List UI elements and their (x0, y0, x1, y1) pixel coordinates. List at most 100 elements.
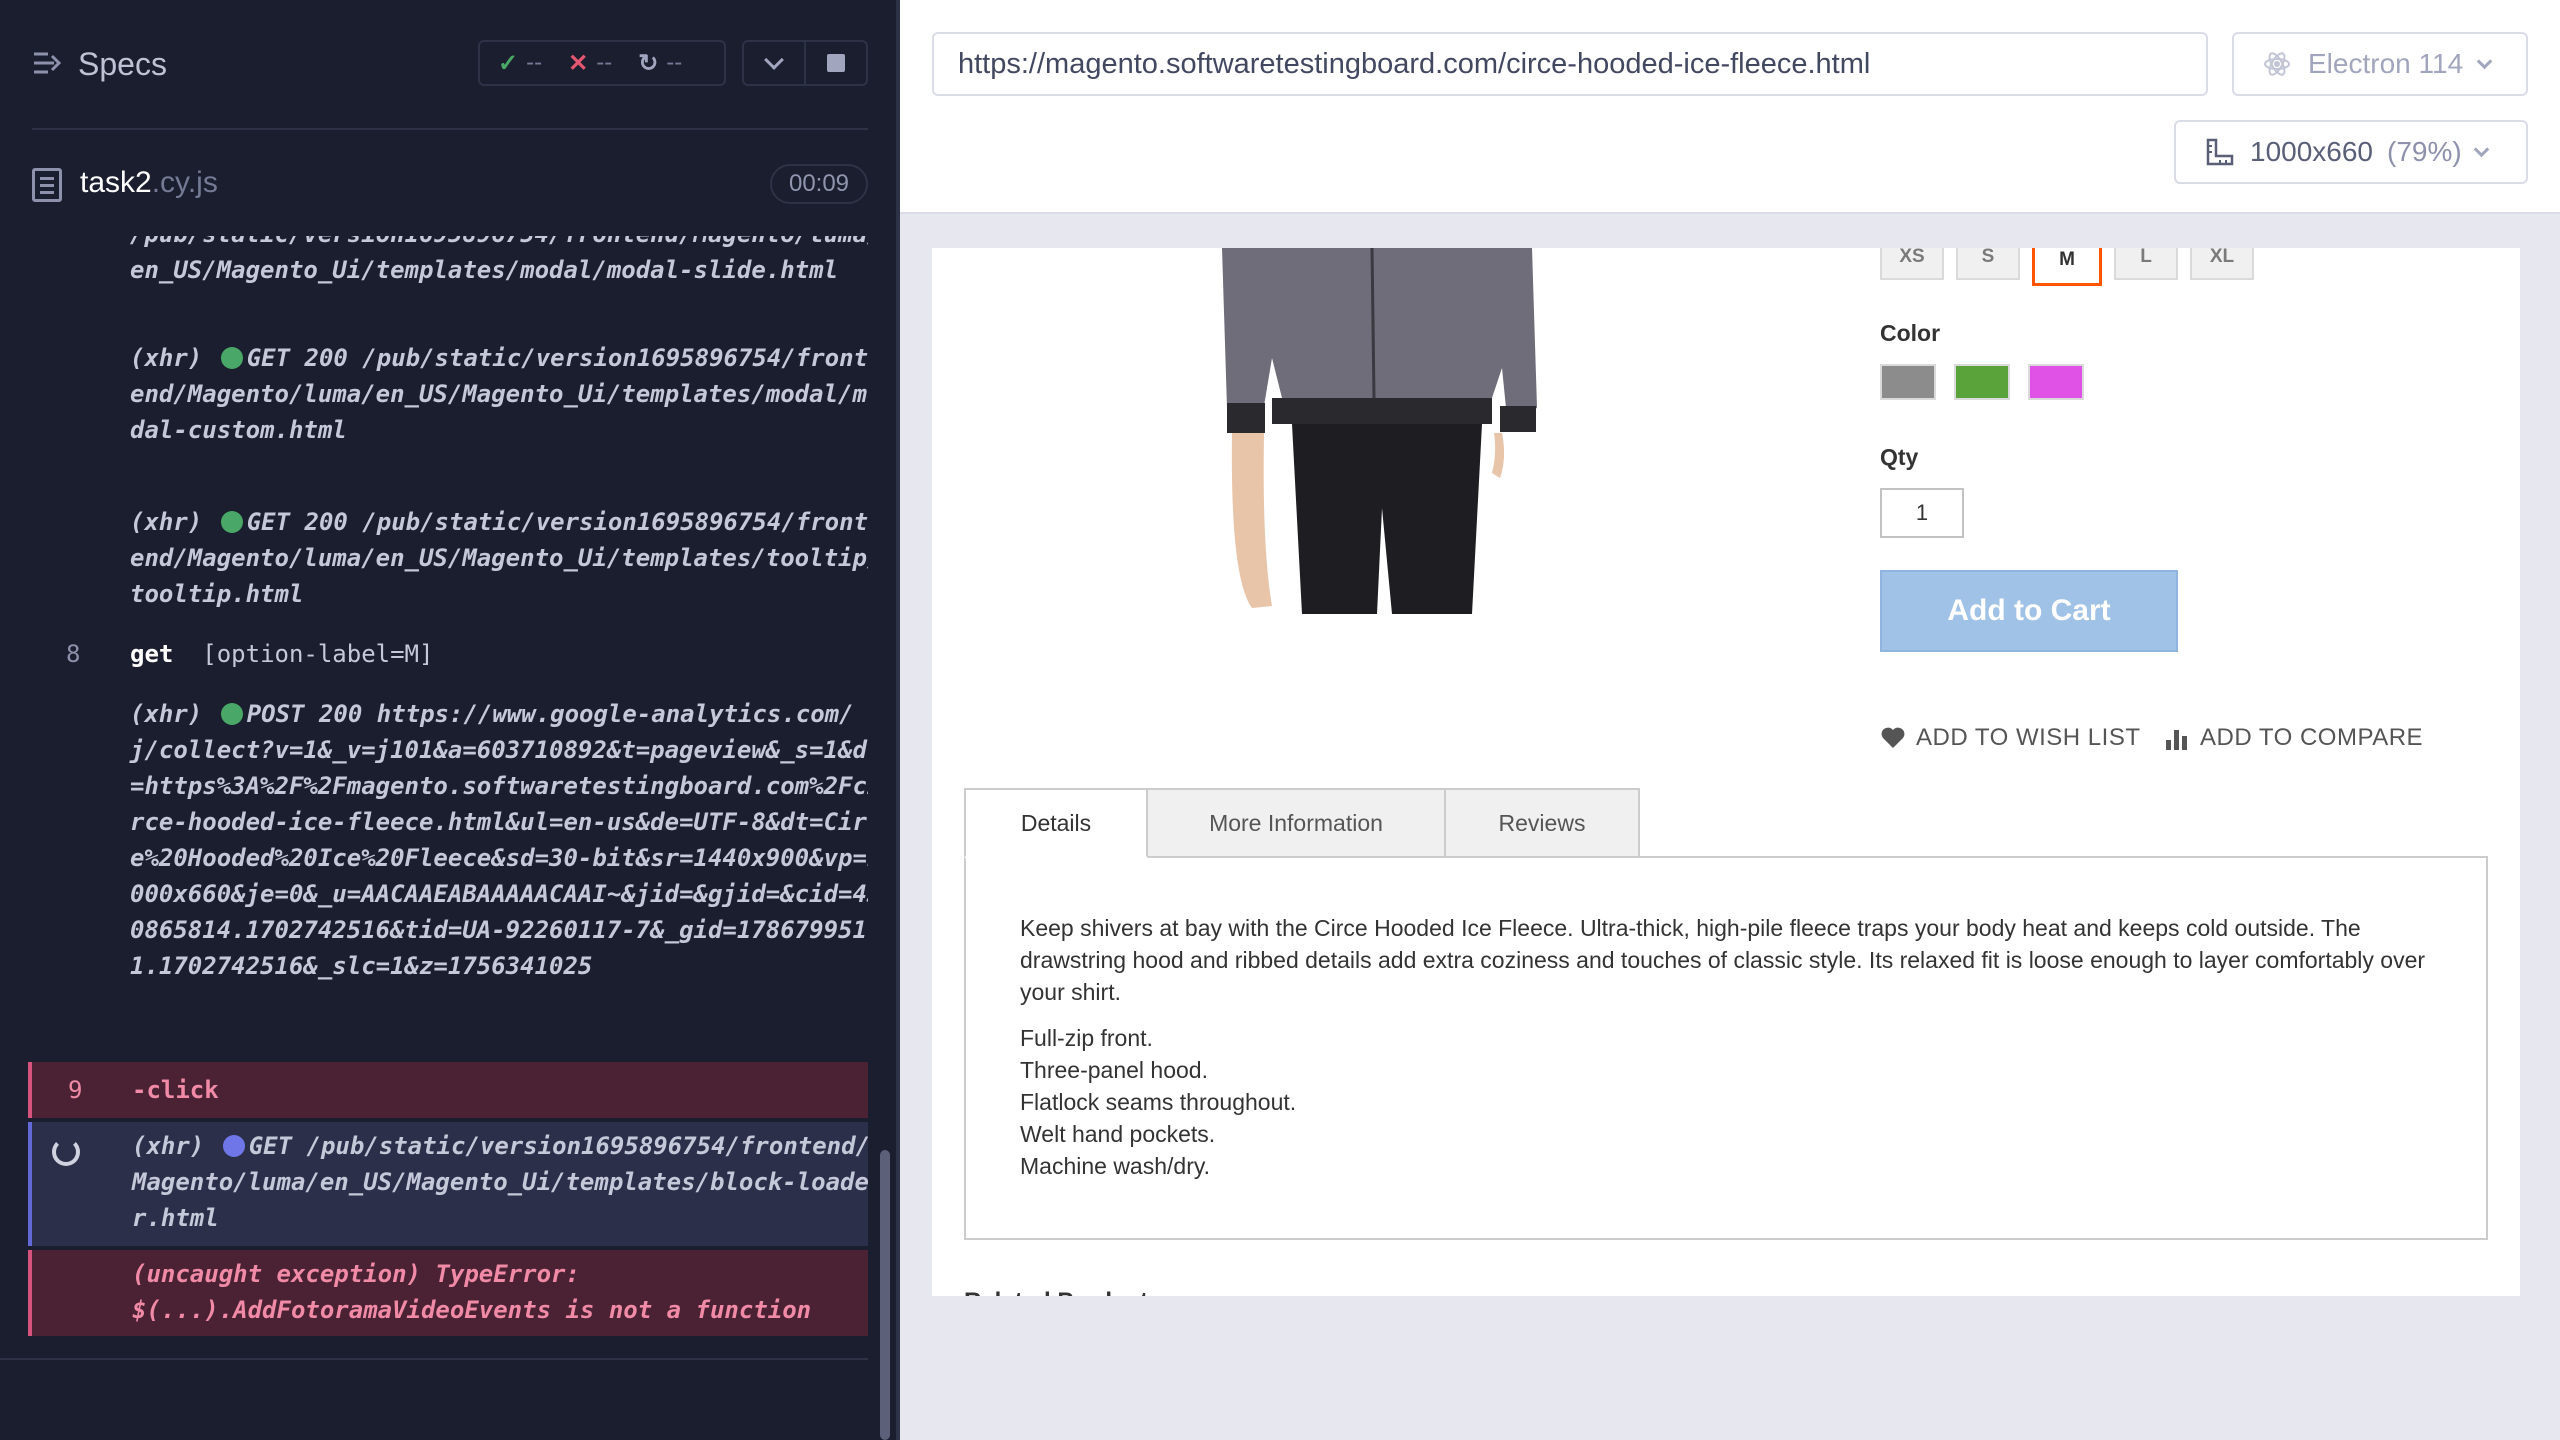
color-swatch-gray[interactable] (1880, 364, 1936, 400)
error-row[interactable]: (uncaught exception) TypeError: $(...).A… (28, 1250, 868, 1336)
product-image (1202, 248, 1562, 614)
viewport-scale: (79%) (2387, 136, 2462, 167)
qty-label: Qty (1880, 444, 1919, 470)
spec-name-text: task2 (80, 166, 152, 199)
command-selector: [option-label=M] (202, 640, 434, 668)
xhr-log-text: (xhr) GET /pub/static/version1695896754/… (132, 1128, 868, 1236)
tab-more-information[interactable]: More Information (1146, 788, 1446, 858)
wishlist-label: ADD TO WISH LIST (1916, 724, 2141, 751)
feature-item: Machine wash/dry. (1020, 1153, 1211, 1179)
size-option-xl[interactable]: XL (2190, 248, 2254, 280)
related-products-heading: Related Products (964, 1288, 1161, 1296)
check-icon: ✓ (498, 49, 519, 77)
command-log: /pub/static/version1695896754/frontend/M… (0, 236, 868, 1336)
xhr-log-text: (xhr) GET 200 /pub/static/version1695896… (130, 340, 868, 448)
spec-file-name: task2.cy.js (80, 166, 218, 200)
size-option-s[interactable]: S (1956, 248, 2020, 280)
status-dot-icon (220, 511, 243, 533)
menu-expand-icon[interactable] (32, 48, 62, 78)
pending-xhr-row[interactable]: (xhr) GET /pub/static/version1695896754/… (28, 1122, 868, 1246)
pending-icon: ↻ (638, 49, 659, 77)
browser-select-button[interactable]: Electron 114 (2232, 32, 2528, 96)
stop-icon (827, 54, 845, 72)
compare-label: ADD TO COMPARE (2200, 724, 2424, 751)
get-command: get [option-label=M] (130, 636, 868, 672)
browser-label: Electron 114 (2308, 48, 2464, 79)
app-under-test: https://magento.softwaretestingboard.com… (900, 0, 2560, 1440)
command-get-row[interactable]: 8 get [option-label=M] (30, 636, 868, 672)
color-swatch-green[interactable] (1954, 364, 2010, 400)
details-panel: Keep shivers at bay with the Circe Hoode… (964, 856, 2488, 1240)
test-stats: ✓ -- ✕ -- ↻ -- (478, 40, 726, 86)
ruler-icon (2206, 138, 2234, 166)
failed-count: -- (596, 49, 613, 76)
status-dot-icon (222, 1135, 245, 1157)
color-swatch-purple[interactable] (2028, 364, 2084, 400)
size-options: XS S M L XL (1880, 248, 2254, 286)
status-dot-icon (220, 347, 243, 369)
command-log-row[interactable]: (xhr) GET 200 /pub/static/version1695896… (30, 340, 868, 448)
xhr-log-text: (xhr) POST 200 https://www.google-analyt… (130, 696, 868, 984)
divider (0, 1358, 868, 1360)
chevron-down-icon (2473, 141, 2489, 157)
command-click-row[interactable]: 9 -click (28, 1062, 868, 1118)
divider (32, 128, 868, 130)
color-options (1880, 364, 2084, 400)
xhr-log-text: /pub/static/version1695896754/frontend/M… (130, 236, 868, 284)
feature-item: Flatlock seams throughout. (1020, 1089, 1297, 1115)
qty-input[interactable]: 1 (1880, 488, 1964, 538)
feature-item: Welt hand pockets. (1020, 1121, 1216, 1147)
reporter-scrollbar[interactable] (880, 1150, 890, 1440)
duration-badge: 00:09 (770, 164, 868, 204)
chevron-down-icon (764, 50, 784, 70)
command-log-row[interactable]: (xhr) GET 200 /pub/static/version1695896… (30, 504, 868, 608)
status-dot-icon (220, 703, 243, 725)
viewport-button[interactable]: 1000x660 (79%) (2174, 120, 2528, 184)
loading-spinner-icon (52, 1138, 80, 1166)
command-name: get (130, 640, 174, 668)
command-number: 8 (66, 640, 81, 668)
specs-label[interactable]: Specs (78, 46, 167, 83)
command-log-row[interactable]: /pub/static/version1695896754/frontend/M… (30, 236, 868, 324)
tab-details[interactable]: Details (964, 788, 1148, 858)
file-icon (32, 168, 62, 202)
url-bar[interactable]: https://magento.softwaretestingboard.com… (932, 32, 2208, 96)
command-log-row[interactable]: (xhr) POST 200 https://www.google-analyt… (30, 696, 868, 1056)
tab-reviews[interactable]: Reviews (1444, 788, 1640, 858)
pending-stat: ↻ -- (638, 49, 682, 78)
xhr-detail: POST 200 https://www.google-analytics.co… (130, 700, 868, 980)
size-option-l[interactable]: L (2114, 248, 2178, 280)
passed-count: -- (526, 49, 543, 76)
xhr-label: (xhr) (130, 508, 203, 536)
viewport-size: 1000x660 (2250, 136, 2374, 167)
xhr-label: (xhr) (130, 344, 203, 372)
failed-stat: ✕ -- (568, 49, 612, 78)
xhr-label: (xhr) (130, 700, 203, 728)
click-command: -click (132, 1076, 219, 1104)
size-option-xs[interactable]: XS (1880, 248, 1944, 280)
passed-stat: ✓ -- (498, 49, 542, 78)
xhr-log-text: (xhr) GET 200 /pub/static/version1695896… (130, 504, 868, 612)
heart-icon (1881, 727, 1905, 748)
toggle-auto-scroll-button[interactable] (744, 42, 804, 84)
product-tabs: Details More Information Reviews (964, 788, 1640, 858)
x-icon: ✕ (568, 49, 589, 77)
add-to-cart-button[interactable]: Add to Cart (1880, 570, 2178, 652)
aut-header: https://magento.softwaretestingboard.com… (900, 0, 2560, 214)
run-controls (742, 40, 868, 86)
add-to-wishlist-link[interactable]: ADD TO WISH LIST (1880, 724, 2140, 752)
size-option-m[interactable]: M (2032, 248, 2102, 286)
error-message: (uncaught exception) TypeError: $(...).A… (132, 1260, 812, 1324)
spec-file-row[interactable]: task2.cy.js 00:09 (0, 150, 900, 220)
pending-count: -- (666, 49, 683, 76)
color-label: Color (1880, 320, 1941, 346)
feature-list: Full-zip front. Three-panel hood. Flatlo… (1020, 1022, 2432, 1182)
bar-chart-icon (2166, 730, 2187, 750)
electron-icon (2264, 52, 2290, 76)
spec-ext-text: .cy.js (151, 166, 218, 199)
stop-button[interactable] (804, 42, 866, 84)
feature-item: Three-panel hood. (1020, 1057, 1208, 1083)
product-description: Keep shivers at bay with the Circe Hoode… (1020, 915, 2426, 1005)
add-to-compare-link[interactable]: ADD TO COMPARE (2164, 724, 2423, 752)
cypress-reporter: Specs ✓ -- ✕ -- ↻ -- task2.cy.js 00:09 e… (0, 0, 900, 1440)
